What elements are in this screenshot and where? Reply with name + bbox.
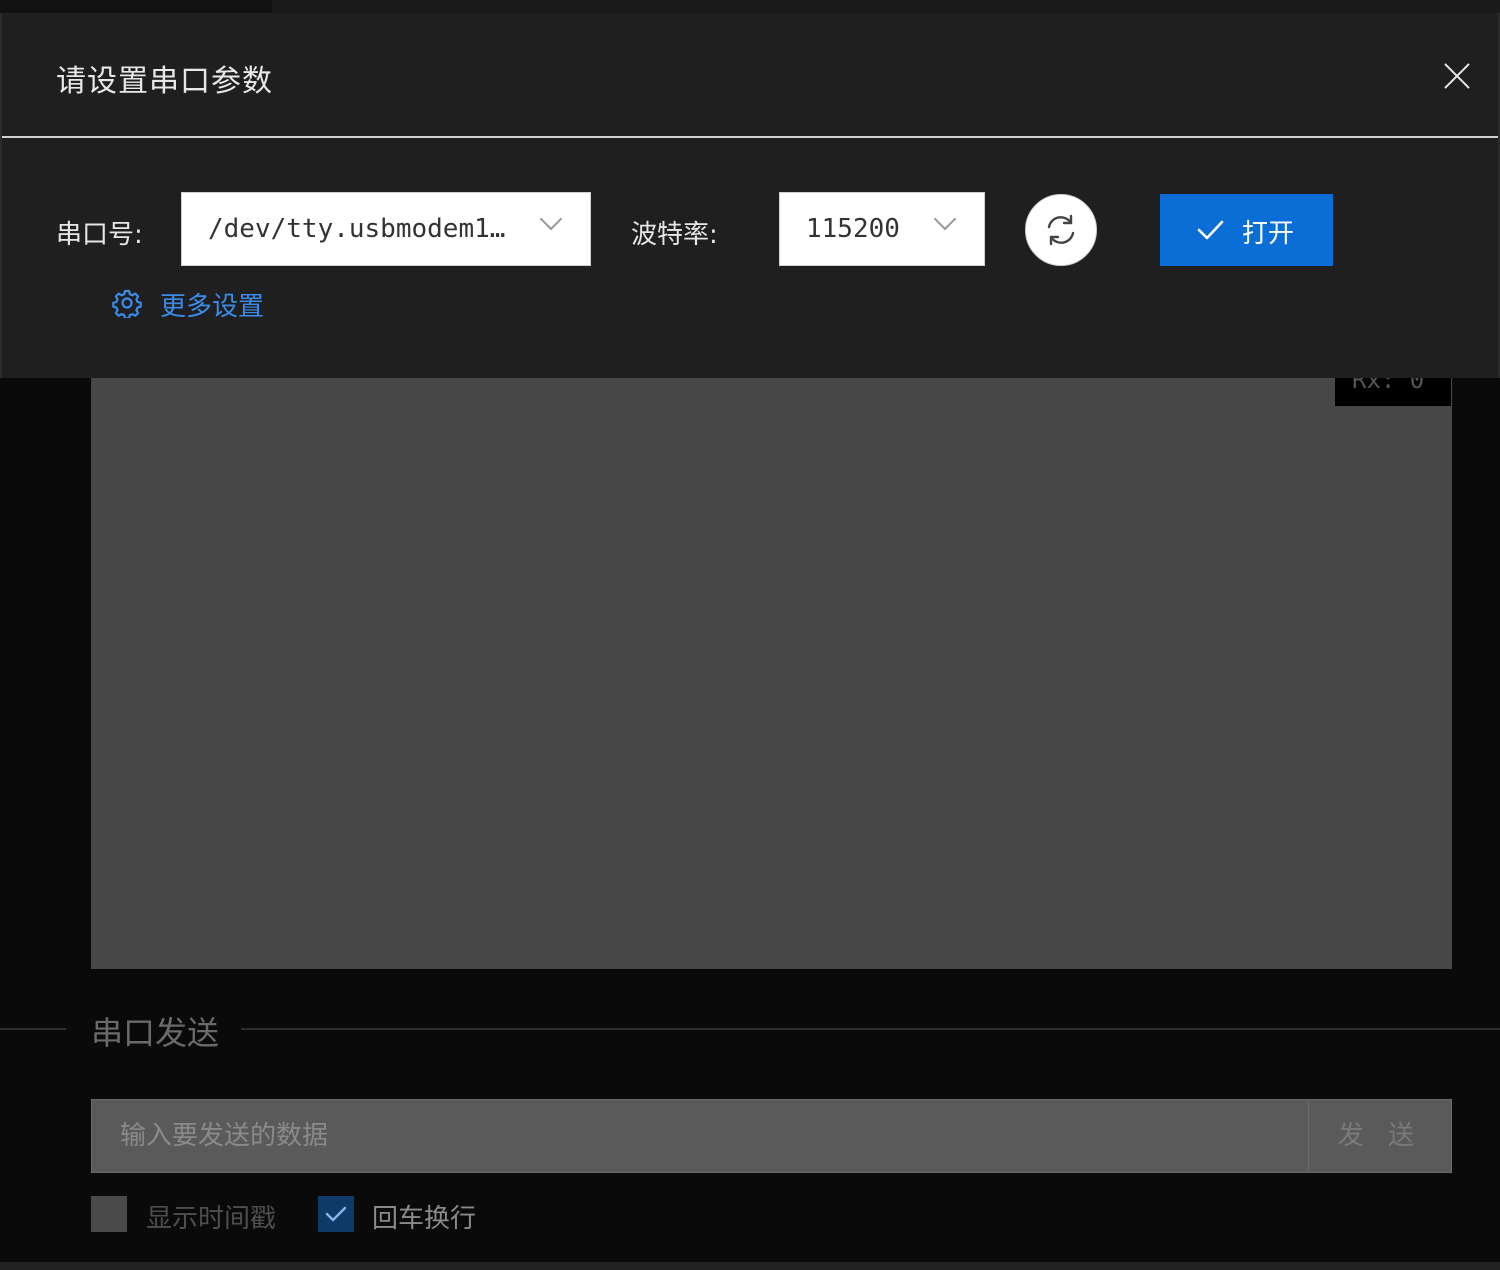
chevron-down-icon <box>538 213 564 239</box>
bottom-strip <box>0 1262 1500 1270</box>
baud-select-value: 115200 <box>806 214 900 244</box>
rx-counter-text: Rx: 0 <box>1352 378 1425 394</box>
close-icon[interactable] <box>1436 55 1478 97</box>
send-input-placeholder: 输入要发送的数据 <box>120 1121 329 1151</box>
baud-label: 波特率: <box>631 220 718 250</box>
check-icon <box>1197 220 1224 240</box>
refresh-ports-button[interactable] <box>1025 194 1097 266</box>
dialog-header-divider <box>2 136 1498 138</box>
port-select-value: /dev/tty.usbmodem1… <box>208 214 506 244</box>
chevron-down-icon <box>932 213 958 239</box>
more-settings-label: 更多设置 <box>160 292 265 322</box>
show-timestamp-checkbox[interactable] <box>91 1196 127 1232</box>
rx-counter-badge: Rx: 0 <box>1335 378 1451 406</box>
send-section-title: 串口发送 <box>91 1014 220 1052</box>
crlf-label: 回车换行 <box>372 1204 477 1234</box>
section-divider-right <box>241 1028 1500 1030</box>
section-divider-left <box>0 1028 66 1030</box>
dialog-title: 请设置串口参数 <box>56 64 273 99</box>
receive-output-area[interactable] <box>91 378 1452 969</box>
send-data-input[interactable]: 输入要发送的数据 <box>91 1099 1309 1173</box>
port-select[interactable]: /dev/tty.usbmodem1… <box>181 192 591 266</box>
show-timestamp-label: 显示时间戳 <box>146 1204 277 1234</box>
top-tab-area <box>0 0 272 13</box>
open-port-label: 打开 <box>1242 219 1295 249</box>
crlf-checkbox[interactable] <box>318 1196 354 1232</box>
refresh-icon <box>1047 214 1075 246</box>
baud-select[interactable]: 115200 <box>779 192 985 266</box>
gear-icon <box>112 289 142 318</box>
port-label: 串口号: <box>56 220 143 250</box>
check-icon <box>325 1206 347 1222</box>
open-port-button[interactable]: 打开 <box>1160 194 1333 266</box>
send-button[interactable]: 发 送 <box>1308 1099 1452 1173</box>
